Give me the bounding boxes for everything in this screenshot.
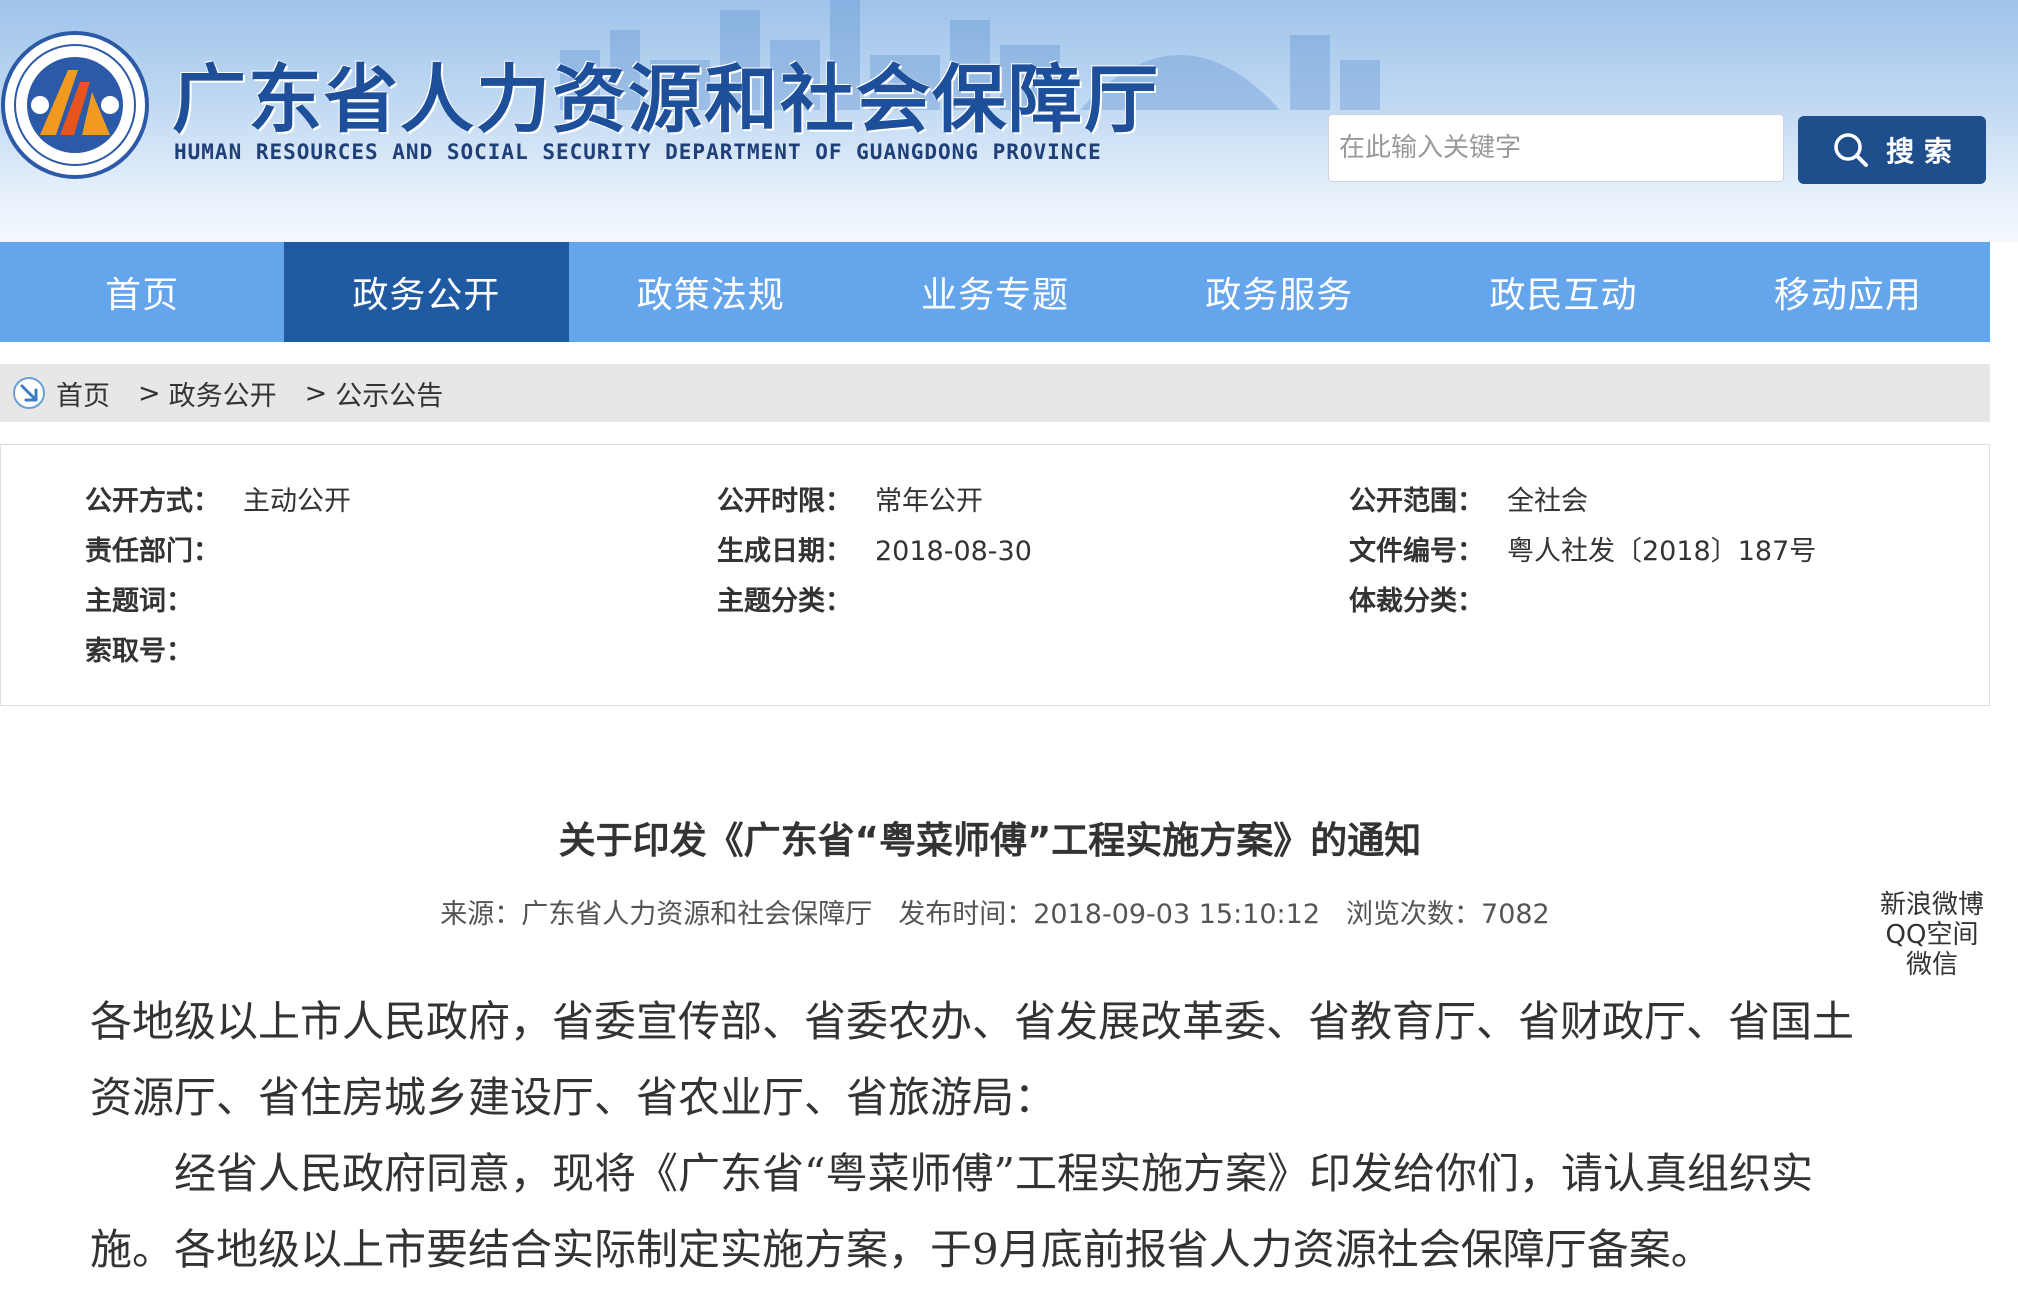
source-value: 广东省人力资源和社会保障厅 — [521, 899, 873, 930]
nav-item-mobile-apps[interactable]: 移动应用 — [1706, 242, 1990, 342]
article-title: 关于印发《广东省“粤菜师傅”工程实施方案》的通知 — [558, 819, 1422, 862]
meta-value: 2018-08-30 — [875, 536, 1032, 567]
nav-item-interaction[interactable]: 政民互动 — [1421, 242, 1705, 342]
nav-item-home[interactable]: 首页 — [0, 242, 284, 342]
nav-item-government-affairs[interactable]: 政务公开 — [284, 242, 569, 342]
nav-item-policies[interactable]: 政策法规 — [569, 242, 853, 342]
meta-label: 索取号： — [85, 636, 193, 667]
article-paragraph: 经省人民政府同意，现将《广东省“粤菜师傅”工程实施方案》印发给你们，请认真组织实… — [90, 1149, 1813, 1274]
article-info: 来源：广东省人力资源和社会保障厅 发布时间：2018-09-03 15:10:12… — [0, 892, 1990, 931]
view-count-value: 7082 — [1481, 899, 1550, 930]
breadcrumb: 首页 > 政务公开 > 公示公告 — [0, 364, 1990, 422]
breadcrumb-announcements[interactable]: 公示公告 — [335, 374, 443, 413]
meta-label: 公开时限： — [717, 486, 852, 517]
meta-label: 生成日期： — [717, 536, 852, 567]
meta-index-number: 索取号： — [85, 629, 243, 668]
breadcrumb-separator: > — [138, 377, 161, 409]
nav-item-topics[interactable]: 业务专题 — [853, 242, 1137, 342]
department-emblem-icon — [1, 31, 149, 179]
breadcrumb-home[interactable]: 首页 — [56, 374, 110, 413]
meta-label: 公开方式： — [85, 486, 220, 517]
main-navigation: 首页 政务公开 政策法规 业务专题 政务服务 政民互动 移动应用 — [0, 242, 1990, 342]
meta-value: 粤人社发〔2018〕187号 — [1507, 536, 1817, 567]
search-icon — [1834, 133, 1869, 167]
breadcrumb-government-affairs[interactable]: 政务公开 — [169, 374, 277, 413]
site-title: 广东省人力资源和社会保障厅 — [172, 57, 1160, 143]
disclosure-metadata: 公开方式： 主动公开 公开时限： 常年公开 公开范围： 全社会 责任部门： 生成日期：… — [0, 444, 1990, 706]
publish-time-value: 2018-09-03 15:10:12 — [1033, 899, 1321, 930]
share-wechat-link[interactable]: 微信 — [1872, 950, 1992, 980]
nav-item-services[interactable]: 政务服务 — [1137, 242, 1421, 342]
breadcrumb-separator: > — [304, 377, 328, 409]
meta-label: 文件编号： — [1349, 536, 1484, 567]
meta-label: 责任部门： — [85, 536, 220, 567]
article-body: 各地级以上市人民政府，省委宣传部、省委农办、省发展改革委、省教育厅、省财政厅、省… — [90, 984, 1890, 1288]
meta-value: 主动公开 — [243, 486, 351, 517]
share-links: 新浪微博 QQ空间 微信 — [1872, 890, 1992, 980]
source-label: 来源： — [440, 899, 522, 930]
meta-disclosure-scope: 公开范围： 全社会 — [1349, 479, 1588, 518]
meta-value: 常年公开 — [875, 486, 983, 517]
meta-keywords: 主题词： — [85, 579, 243, 618]
share-qzone-link[interactable]: QQ空间 — [1872, 920, 1992, 950]
search-button-label: 搜 索 — [1886, 135, 1952, 168]
meta-disclosure-period: 公开时限： 常年公开 — [717, 479, 983, 518]
search-input[interactable] — [1328, 114, 1784, 182]
meta-label: 体裁分类： — [1349, 586, 1484, 617]
meta-label: 主题词： — [85, 586, 193, 617]
article-paragraph: 各地级以上市人民政府，省委宣传部、省委农办、省发展改革委、省教育厅、省财政厅、省… — [90, 997, 1855, 1122]
location-arrow-icon — [13, 377, 45, 409]
view-count-label: 浏览次数： — [1346, 899, 1482, 930]
site-subtitle: HUMAN RESOURCES AND SOCIAL SECURITY DEPA… — [174, 140, 1102, 164]
meta-label: 公开范围： — [1349, 486, 1484, 517]
search-button[interactable]: 搜 索 — [1798, 116, 1986, 184]
meta-disclosure-mode: 公开方式： 主动公开 — [85, 479, 351, 518]
meta-generated-date: 生成日期： 2018-08-30 — [717, 529, 1032, 568]
meta-topic-category: 主题分类： — [717, 579, 875, 618]
share-weibo-link[interactable]: 新浪微博 — [1872, 890, 1992, 920]
meta-department: 责任部门： — [85, 529, 243, 568]
meta-document-number: 文件编号： 粤人社发〔2018〕187号 — [1349, 529, 1816, 568]
publish-time-label: 发布时间： — [898, 899, 1034, 930]
meta-genre-category: 体裁分类： — [1349, 579, 1507, 618]
meta-value: 全社会 — [1507, 486, 1588, 517]
meta-label: 主题分类： — [717, 586, 852, 617]
site-header: 广东省人力资源和社会保障厅 HUMAN RESOURCES AND SOCIAL… — [0, 0, 2018, 242]
